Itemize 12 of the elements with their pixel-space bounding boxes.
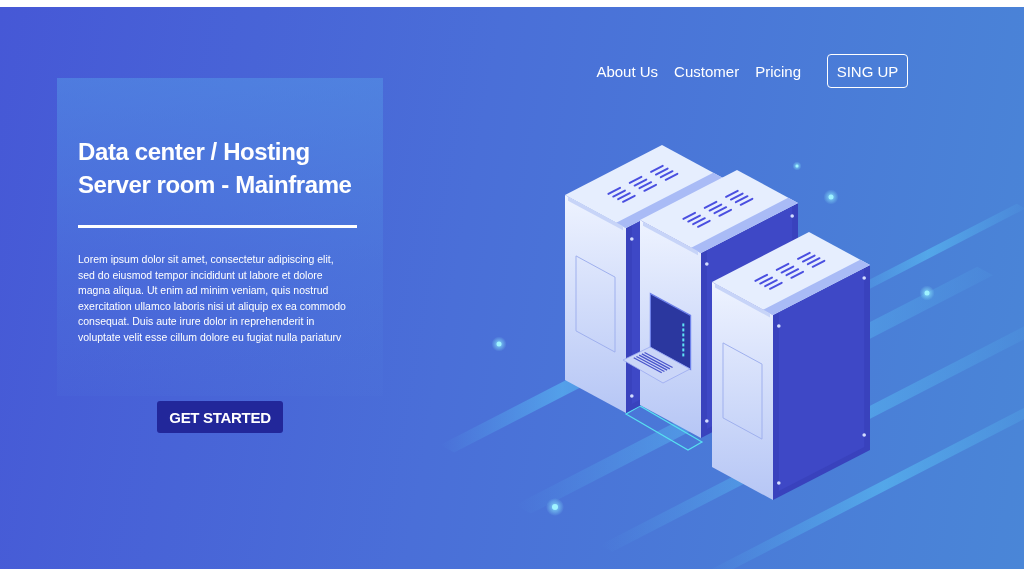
nav-link[interactable]: Pricing	[755, 62, 801, 80]
hero-heading: Data center / Hosting Server room - Mainframe	[78, 137, 352, 200]
glow-dot	[823, 189, 839, 205]
glow-dot	[491, 336, 507, 352]
glow-dot	[919, 285, 935, 301]
nav-link[interactable]: About Us	[596, 62, 659, 80]
sign-up-button[interactable]: SING UP	[827, 54, 908, 88]
hero-description: Lorem ipsum dolor sit amet, consectetur adipiscing elit, sed do eiusmod tempor incididunt ut labore et dolore magna aliqua. Ut enim ad minim veniam, quis nostrud exercitation ullamco laboris nisi ut aliquip ex ea commodo consequat. Duis aute irure dolor in reprehenderit in voluptate velit esse cillum dolore eu fugiat nulla pariaturv	[78, 252, 347, 345]
glow-dot	[792, 161, 802, 171]
get-started-button[interactable]: GET STARTED	[157, 401, 283, 433]
glow-dot	[546, 498, 564, 516]
nav-link[interactable]: Customer	[674, 62, 740, 80]
